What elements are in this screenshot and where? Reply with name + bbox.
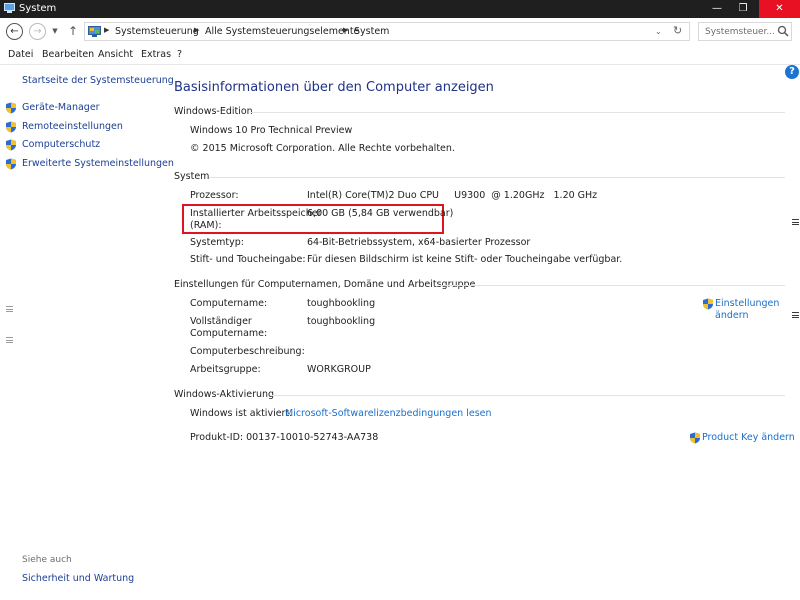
help-icon[interactable]: ?	[785, 65, 799, 79]
back-button[interactable]: ←	[6, 23, 23, 40]
sidebar-home-link[interactable]: Startseite der Systemsteuerung	[22, 75, 174, 86]
change-product-key-link[interactable]: Product Key ändern	[702, 432, 795, 443]
arrow-up-icon: ↑	[67, 24, 79, 38]
sidebar-item-geraete-manager[interactable]: Geräte-Manager	[22, 102, 100, 113]
arrow-right-icon: →	[33, 26, 42, 37]
shield-icon	[6, 121, 16, 133]
license-terms-link[interactable]: Microsoft-Softwarelizenzbedingungen lese…	[285, 408, 492, 419]
full-computer-name-value: toughbookling	[307, 316, 376, 327]
system-app-icon	[4, 3, 15, 13]
menu-extras[interactable]: Extras	[141, 49, 171, 60]
section-title-system: System	[174, 171, 210, 182]
sidebar-item-erweiterte-systemeinstellungen[interactable]: Erweiterte Systemeinstellungen	[22, 158, 174, 169]
systype-label: Systemtyp:	[190, 237, 245, 248]
section-title-computer: Einstellungen für Computernamen, Domäne …	[174, 279, 476, 290]
splitter-grip-icon[interactable]	[6, 306, 13, 312]
chevron-down-icon: ▼	[52, 27, 58, 35]
shield-icon	[6, 102, 16, 114]
full-computer-name-label-line2: Computername:	[190, 328, 268, 339]
processor-label: Prozessor:	[190, 190, 239, 201]
control-panel-icon	[88, 26, 101, 37]
title-bar: System — ❐ ✕	[0, 0, 800, 18]
computer-name-value: toughbookling	[307, 298, 376, 309]
search-input[interactable]	[699, 23, 775, 40]
full-computer-name-label-line1: Vollständiger	[190, 316, 252, 327]
change-settings-link-line2[interactable]: ändern	[715, 310, 748, 321]
shield-icon	[6, 158, 16, 170]
change-settings-link[interactable]: Einstellungen	[715, 298, 779, 309]
computer-name-label: Computername:	[190, 298, 268, 309]
section-divider	[250, 112, 785, 113]
menu-help[interactable]: ?	[177, 49, 182, 60]
processor-value: Intel(R) Core(TM)2 Duo CPU U9300 @ 1.20G…	[307, 190, 598, 201]
activation-status: Windows ist aktiviert.	[190, 408, 293, 419]
section-divider	[270, 395, 785, 396]
breadcrumb-system[interactable]: System	[354, 26, 389, 37]
ram-label-line2: (RAM):	[190, 220, 222, 231]
menu-datei[interactable]: Datei	[8, 49, 33, 60]
section-divider	[440, 285, 785, 286]
left-nav-pane: Startseite der Systemsteuerung Geräte-Ma…	[0, 65, 174, 600]
ram-label-line1: Installierter Arbeitsspeicher	[190, 208, 322, 219]
breadcrumb-alle-elemente[interactable]: Alle Systemsteuerungselemente	[205, 26, 359, 37]
maximize-button[interactable]: ❐	[731, 0, 755, 18]
search-icon[interactable]	[777, 25, 789, 37]
address-row: ← → ▼ ↑ ▶ Systemsteuerung ▶ Alle Systems…	[0, 18, 800, 45]
breadcrumb-separator-icon[interactable]: ▶	[104, 26, 109, 34]
arrow-left-icon: ←	[10, 26, 19, 37]
close-button[interactable]: ✕	[759, 0, 800, 18]
recent-locations-button[interactable]: ▼	[50, 23, 60, 40]
pen-touch-value: Für diesen Bildschirm ist keine Stift- o…	[307, 254, 623, 265]
menu-bearbeiten[interactable]: Bearbeiten	[42, 49, 94, 60]
minimize-button[interactable]: —	[705, 0, 729, 18]
workgroup-label: Arbeitsgruppe:	[190, 364, 261, 375]
product-id: Produkt-ID: 00137-10010-52743-AA738	[190, 432, 379, 443]
see-also-heading: Siehe auch	[22, 555, 72, 565]
up-button[interactable]: ↑	[66, 23, 80, 40]
address-bar[interactable]: ▶ Systemsteuerung ▶ Alle Systemsteuerung…	[84, 22, 690, 41]
splitter-grip-icon[interactable]	[792, 312, 799, 318]
splitter-grip-icon[interactable]	[6, 337, 13, 343]
edition-copyright: © 2015 Microsoft Corporation. Alle Recht…	[190, 143, 455, 154]
menu-ansicht[interactable]: Ansicht	[98, 49, 133, 60]
sidebar-item-remoteeinstellungen[interactable]: Remoteeinstellungen	[22, 121, 123, 132]
pen-touch-label: Stift- und Toucheingabe:	[190, 254, 306, 265]
sidebar-see-also-link[interactable]: Sicherheit und Wartung	[22, 573, 134, 584]
ram-value: 6,00 GB (5,84 GB verwendbar)	[307, 208, 454, 219]
window-title: System	[19, 3, 57, 14]
computer-description-label: Computerbeschreibung:	[190, 346, 305, 357]
page-title: Basisinformationen über den Computer anz…	[174, 80, 494, 95]
address-dropdown-icon[interactable]: ⌄	[655, 27, 662, 36]
section-divider	[209, 177, 785, 178]
shield-icon	[6, 139, 16, 151]
section-title-activation: Windows-Aktivierung	[174, 389, 275, 400]
forward-button[interactable]: →	[29, 23, 46, 40]
systype-value: 64-Bit-Betriebssystem, x64-basierter Pro…	[307, 237, 531, 248]
breadcrumb-separator-icon[interactable]: ▶	[343, 26, 348, 34]
menu-bar: Datei Bearbeiten Ansicht Extras ?	[0, 46, 800, 64]
breadcrumb-systemsteuerung[interactable]: Systemsteuerung	[115, 26, 199, 37]
refresh-icon[interactable]: ↻	[673, 24, 682, 37]
breadcrumb-separator-icon[interactable]: ▶	[194, 26, 199, 34]
search-box[interactable]	[698, 22, 792, 41]
section-title-edition: Windows-Edition	[174, 106, 253, 117]
shield-icon	[703, 298, 713, 310]
shield-icon	[690, 432, 700, 444]
workgroup-value: WORKGROUP	[307, 364, 371, 375]
sidebar-item-computerschutz[interactable]: Computerschutz	[22, 139, 100, 150]
splitter-grip-icon[interactable]	[792, 219, 799, 225]
edition-name: Windows 10 Pro Technical Preview	[190, 125, 353, 136]
